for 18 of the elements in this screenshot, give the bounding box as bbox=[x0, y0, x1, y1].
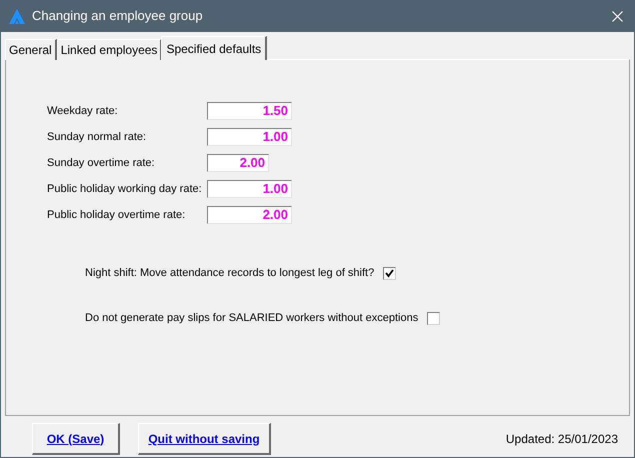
updated-date: Updated: 25/01/2023 bbox=[506, 431, 619, 448]
option-label: Night shift: Move attendance records to longest leg of shift? bbox=[85, 266, 374, 281]
tab[interactable]: Specified defaults bbox=[161, 36, 268, 60]
app-logo-icon bbox=[9, 8, 25, 24]
tab[interactable]: General bbox=[5, 39, 57, 60]
field-label: Sunday normal rate: bbox=[47, 130, 148, 145]
checkbox[interactable] bbox=[383, 266, 396, 280]
ok-button[interactable]: OK (Save) bbox=[32, 423, 120, 455]
tab[interactable]: Linked employees bbox=[56, 39, 162, 60]
option-label: Do not generate pay slips for SALARIED workers without exceptions bbox=[85, 310, 418, 326]
field-label: Public holiday working day rate: bbox=[47, 182, 203, 197]
field-label: Sunday overtime rate: bbox=[47, 156, 156, 171]
checkbox[interactable] bbox=[427, 312, 440, 324]
window-title: Changing an employee group bbox=[32, 7, 203, 26]
quit-button[interactable]: Quit without saving bbox=[138, 423, 271, 455]
field-label: Weekday rate: bbox=[47, 104, 119, 119]
close-icon[interactable] bbox=[612, 10, 623, 22]
field-label: Public holiday overtime rate: bbox=[47, 208, 186, 223]
